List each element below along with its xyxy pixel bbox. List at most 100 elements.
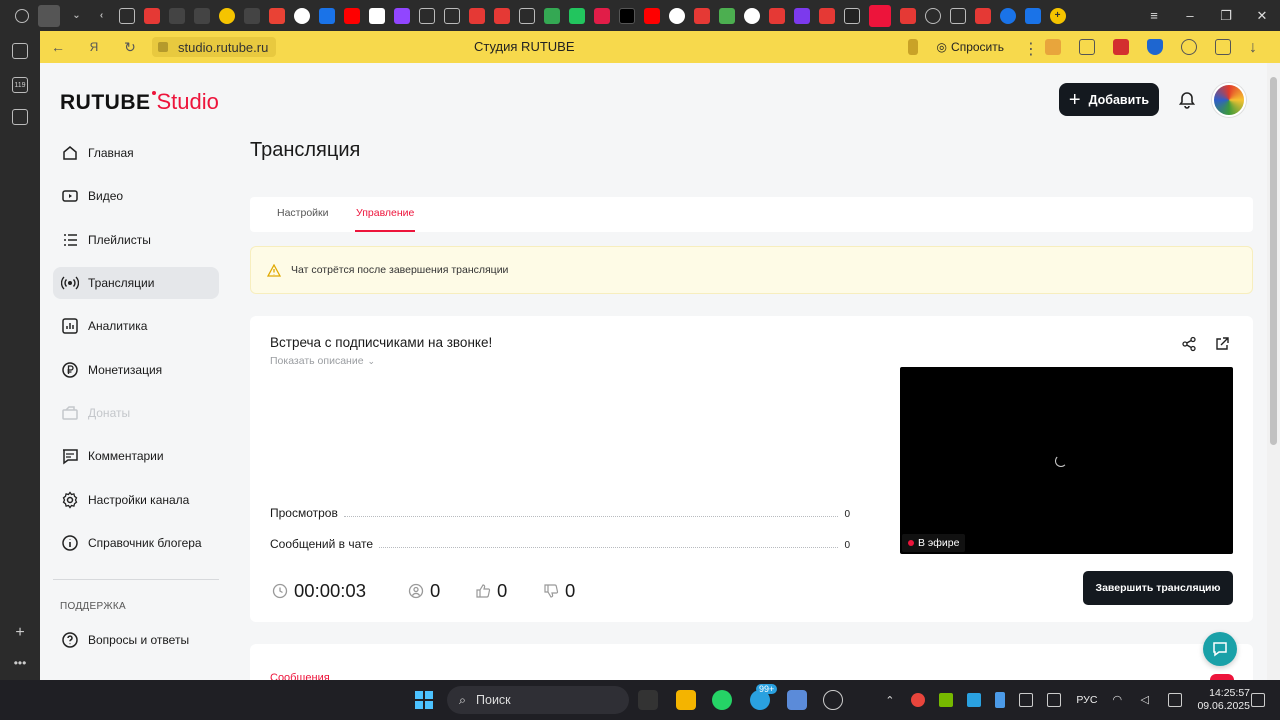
- telegram-tray-icon[interactable]: [967, 693, 982, 707]
- tab-favicon[interactable]: [118, 7, 135, 24]
- settings-icon[interactable]: [787, 690, 807, 710]
- tab-favicon[interactable]: [899, 7, 916, 24]
- sidebar-item-home[interactable]: Главная: [53, 137, 219, 169]
- tab-favicon[interactable]: [143, 7, 160, 24]
- taskbar-search[interactable]: ⌕ Поиск: [447, 686, 629, 714]
- end-broadcast-button[interactable]: Завершить трансляцию: [1083, 571, 1233, 605]
- active-tab-icon[interactable]: [37, 4, 60, 27]
- tab-favicon[interactable]: [643, 7, 660, 24]
- tab-favicon[interactable]: [999, 7, 1016, 24]
- chevron-down-icon[interactable]: ⌄: [69, 8, 85, 24]
- tab-favicon[interactable]: [693, 7, 710, 24]
- extension-icon[interactable]: [1215, 39, 1231, 55]
- minimize-icon[interactable]: –: [1172, 8, 1208, 23]
- tab-favicon[interactable]: [468, 7, 485, 24]
- new-tab-icon[interactable]: +: [1049, 7, 1066, 24]
- language-indicator[interactable]: РУС: [1076, 694, 1097, 706]
- tab-favicon[interactable]: [618, 7, 635, 24]
- extension-icon[interactable]: [1045, 39, 1061, 55]
- tab-favicon[interactable]: [243, 7, 260, 24]
- share-icon[interactable]: [1181, 336, 1197, 352]
- tab-favicon[interactable]: [768, 7, 785, 24]
- file-explorer-icon[interactable]: [676, 690, 696, 710]
- add-button[interactable]: + Добавить: [1059, 83, 1159, 116]
- show-description-toggle[interactable]: Показать описание ⌄: [270, 355, 375, 367]
- sidebar-item-blogger-guide[interactable]: Справочник блогера: [53, 527, 219, 559]
- shield-icon[interactable]: [1147, 39, 1163, 55]
- tab-favicon[interactable]: [718, 7, 735, 24]
- display-icon[interactable]: [1047, 693, 1062, 707]
- sidebar-item-playlists[interactable]: Плейлисты: [53, 224, 219, 256]
- tab-favicon[interactable]: [268, 7, 285, 24]
- microphone-icon[interactable]: [995, 692, 1006, 708]
- bookmark-icon[interactable]: [907, 39, 918, 55]
- tab-favicon[interactable]: [318, 7, 335, 24]
- notifications-icon[interactable]: [1251, 693, 1265, 707]
- reload-icon[interactable]: ↻: [112, 39, 148, 56]
- sidebar-item-broadcasts[interactable]: Трансляции: [53, 267, 219, 299]
- tab-favicon[interactable]: [974, 7, 991, 24]
- scrollbar-thumb[interactable]: [1270, 77, 1277, 445]
- tab-favicon[interactable]: [924, 7, 941, 24]
- tab-favicon[interactable]: [793, 7, 810, 24]
- tab-favicon[interactable]: [843, 7, 860, 24]
- bell-icon[interactable]: [1177, 90, 1197, 110]
- extension-icon[interactable]: [1181, 39, 1197, 55]
- yandex-icon[interactable]: Я: [76, 40, 112, 54]
- keyboard-icon[interactable]: [1019, 693, 1034, 707]
- restore-icon[interactable]: ❐: [1208, 8, 1244, 24]
- rutube-studio-logo[interactable]: RUTUBE Studio: [60, 89, 219, 114]
- tab-favicon[interactable]: [418, 7, 435, 24]
- sidebar-tabs-icon[interactable]: [12, 43, 28, 59]
- sidebar-item-faq[interactable]: Вопросы и ответы: [53, 624, 219, 656]
- tab-favicon[interactable]: [568, 7, 585, 24]
- history-icon[interactable]: [14, 8, 29, 23]
- tab-favicon[interactable]: [1024, 7, 1041, 24]
- back-arrow-icon[interactable]: ←: [40, 39, 76, 55]
- sidebar-add-icon[interactable]: +: [12, 624, 28, 641]
- url-field[interactable]: studio.rutube.ru: [152, 37, 277, 57]
- tab-favicon[interactable]: [368, 7, 385, 24]
- tab-favicon[interactable]: [593, 7, 610, 24]
- video-preview[interactable]: В эфире: [900, 367, 1233, 554]
- tab-favicon[interactable]: [668, 7, 685, 24]
- sidebar-collections-icon[interactable]: [12, 109, 28, 125]
- sidebar-badge-icon[interactable]: 119: [12, 77, 28, 93]
- system-clock[interactable]: 14:25:57 09.06.2025: [1197, 687, 1250, 713]
- tab-favicon[interactable]: [218, 7, 235, 24]
- tab-favicon[interactable]: [343, 7, 360, 24]
- yandex-browser-taskbar-icon[interactable]: [638, 690, 658, 710]
- tab-favicon[interactable]: [949, 7, 966, 24]
- sidebar-item-analytics[interactable]: Аналитика: [53, 310, 219, 342]
- tab-management[interactable]: Управление: [356, 207, 414, 219]
- close-icon[interactable]: ✕: [1244, 8, 1280, 24]
- extension-icon[interactable]: [1079, 39, 1095, 55]
- sidebar-item-video[interactable]: Видео: [53, 180, 219, 212]
- tab-favicon[interactable]: [293, 7, 310, 24]
- page-scrollbar[interactable]: [1267, 63, 1280, 680]
- tab-favicon[interactable]: [393, 7, 410, 24]
- external-link-icon[interactable]: [1214, 336, 1230, 352]
- more-icon[interactable]: ⋮: [1023, 39, 1039, 58]
- tab-favicon[interactable]: [818, 7, 835, 24]
- avatar[interactable]: [1212, 83, 1246, 117]
- extension-icon[interactable]: [1113, 39, 1129, 55]
- downloads-icon[interactable]: ↓: [1249, 39, 1265, 56]
- sidebar-item-comments[interactable]: Комментарии: [53, 440, 219, 472]
- nvidia-tray-icon[interactable]: [939, 693, 954, 707]
- volume-icon[interactable]: ◁: [1140, 693, 1154, 707]
- tab-favicon[interactable]: [493, 7, 510, 24]
- tab-settings[interactable]: Настройки: [277, 207, 329, 219]
- battery-icon[interactable]: [1168, 693, 1183, 707]
- tab-favicon[interactable]: [543, 7, 560, 24]
- tab-favicon[interactable]: [443, 7, 460, 24]
- tab-favicon[interactable]: [168, 7, 185, 24]
- chrome-tray-icon[interactable]: [911, 693, 926, 707]
- tab-favicon[interactable]: [868, 4, 891, 27]
- windows-start-icon[interactable]: [415, 691, 433, 709]
- whatsapp-icon[interactable]: [712, 690, 732, 710]
- tab-favicon[interactable]: [193, 7, 210, 24]
- sidebar-more-icon[interactable]: •••: [12, 655, 28, 671]
- tab-favicon[interactable]: [518, 7, 535, 24]
- chevron-up-icon[interactable]: ⌃: [885, 694, 894, 707]
